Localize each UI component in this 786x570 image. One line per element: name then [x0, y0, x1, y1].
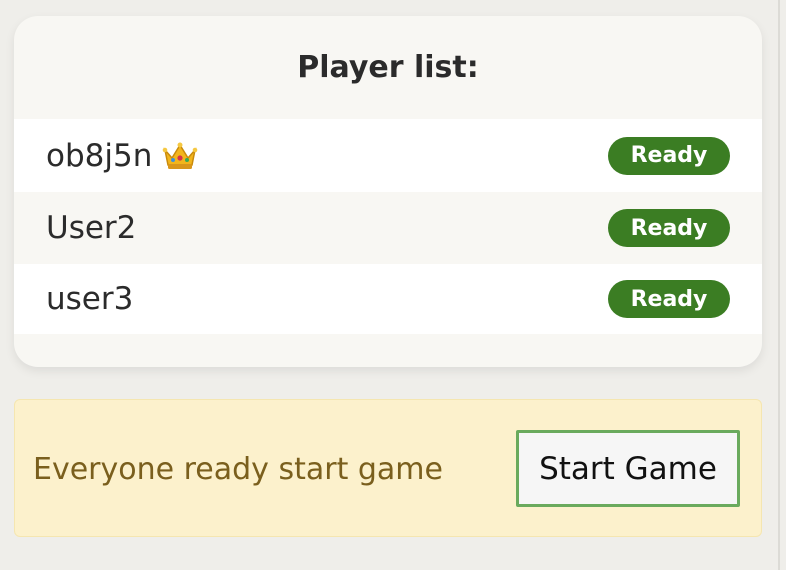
player-name: User2 — [46, 210, 137, 246]
player-list-card: Player list: ob8j5n Ready User2 Ready us… — [14, 16, 762, 367]
player-row: ob8j5n Ready — [14, 119, 762, 192]
ready-message: Everyone ready start game — [33, 451, 443, 487]
crown-icon — [162, 141, 198, 171]
player-name: user3 — [46, 281, 134, 317]
ready-status-badge: Ready — [608, 136, 730, 175]
player-row: User2 Ready — [14, 192, 762, 264]
ready-banner: Everyone ready start game Start Game — [14, 399, 762, 537]
player-name-group: user3 — [46, 281, 133, 317]
page-edge-divider — [778, 0, 780, 570]
player-row: user3 Ready — [14, 264, 762, 334]
ready-status-badge: Ready — [608, 209, 730, 247]
player-name: ob8j5n — [46, 137, 153, 174]
player-list-title: Player list: — [297, 50, 479, 85]
player-name-group: User2 — [46, 210, 136, 246]
ready-status-badge: Ready — [608, 280, 730, 318]
player-name-group: ob8j5n — [46, 138, 198, 174]
start-game-button[interactable]: Start Game — [516, 430, 740, 507]
